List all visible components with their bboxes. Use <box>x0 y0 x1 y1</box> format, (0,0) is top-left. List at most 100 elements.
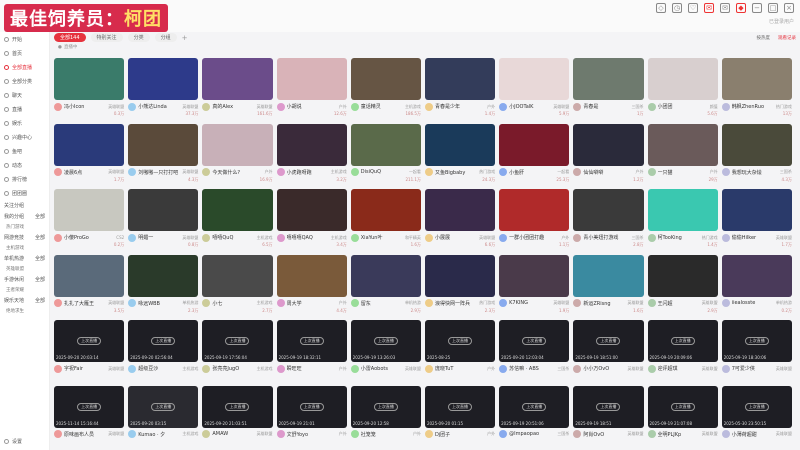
avatar[interactable] <box>276 299 285 308</box>
gift-icon[interactable]: ◆ <box>736 3 746 13</box>
avatar[interactable] <box>350 102 359 111</box>
avatar[interactable] <box>350 233 359 242</box>
streamer-name[interactable]: 字祝Fair <box>64 365 106 372</box>
tab-category[interactable]: 分类 <box>127 33 150 42</box>
avatar[interactable] <box>721 364 730 373</box>
avatar[interactable] <box>573 233 582 242</box>
stream-card[interactable]: 扎扎了大雁王 英雄联盟 3.5万 <box>54 254 125 318</box>
stream-thumbnail[interactable] <box>499 254 570 297</box>
stream-card[interactable]: 小虎跑呀跑 主机游戏 3.2万 <box>276 123 347 187</box>
category-label[interactable]: 英雄联盟 <box>182 104 198 110</box>
avatar[interactable] <box>424 364 433 373</box>
stream-thumbnail[interactable] <box>276 123 347 166</box>
category-label[interactable]: 户外 <box>710 169 718 175</box>
sidebar-group[interactable]: 单机热游 全部 <box>0 253 49 264</box>
mail-icon[interactable]: ✉ <box>720 3 730 13</box>
group-action[interactable]: 全部 <box>35 234 45 241</box>
avatar[interactable] <box>276 102 285 111</box>
stream-card[interactable]: 青春是少年 户外 1.4万 <box>424 58 496 121</box>
stream-thumbnail[interactable]: 上次直播 2025-09-19 20:51:06 <box>499 385 570 428</box>
category-label[interactable]: 英雄联盟 <box>108 300 124 306</box>
avatar[interactable] <box>276 233 285 242</box>
stream-card[interactable]: 一群小团团打趣 户外 1.1万 <box>499 189 570 252</box>
avatar[interactable] <box>721 102 730 111</box>
category-label[interactable]: 一起看 <box>557 169 569 175</box>
category-label[interactable]: 热门游戏 <box>479 300 495 306</box>
category-label[interactable]: 英雄联盟 <box>628 366 644 372</box>
stream-card[interactable]: 嘻嘻嘻QAQ 主机游戏 3.4万 <box>276 189 347 252</box>
stream-thumbnail[interactable]: 上次直播 2025-09-19 18:32:11 <box>276 320 347 363</box>
stream-card[interactable]: 上次直播 2025-09-19 18:51 阿肖OvO 英雄联盟 <box>573 385 644 449</box>
streamer-name[interactable]: 浪得快网一阵兵 <box>435 300 477 307</box>
stream-thumbnail[interactable] <box>647 123 718 166</box>
streamer-name[interactable]: 明媚一 <box>138 234 180 241</box>
stream-thumbnail[interactable] <box>424 123 496 166</box>
streamer-name[interactable]: 阿肖OvO <box>583 431 625 438</box>
category-label[interactable]: 英雄联盟 <box>628 300 644 306</box>
avatar[interactable] <box>424 233 433 242</box>
streamer-name[interactable]: 王闪超 <box>658 300 700 307</box>
streamer-name[interactable]: 凌晨6点 <box>64 169 106 176</box>
avatar[interactable] <box>128 299 137 308</box>
stream-thumbnail[interactable] <box>54 254 125 297</box>
stream-card[interactable]: 青小美妞打游戏 三国杀 2.8万 <box>573 189 644 252</box>
category-label[interactable]: 户外 <box>339 300 347 306</box>
sidebar-group[interactable]: 娱乐天地 全部 <box>0 295 49 306</box>
stream-thumbnail[interactable] <box>202 254 273 297</box>
streamer-name[interactable]: 嘻嘻QuQ <box>212 234 254 241</box>
sidebar-subitem[interactable]: 主机游戏 <box>0 243 49 253</box>
streamer-name[interactable]: 小薄荷超甜 <box>732 431 774 438</box>
stream-thumbnail[interactable]: 上次直播 2025-11-14 15:16:44 <box>54 385 125 428</box>
stream-thumbnail[interactable]: 上次直播 2025-05-30 23:50:15 <box>721 385 792 428</box>
stream-thumbnail[interactable]: 上次直播 2025-09-19 13:26:03 <box>350 320 421 363</box>
stream-card[interactable]: 上次直播 2025-09-20 12:03:04 苏信嘛 · ABS 三国杀 <box>499 320 570 383</box>
stream-card[interactable]: 上次直播 2025-09-20 12:58 社笼笼 户外 <box>350 385 421 449</box>
stream-thumbnail[interactable] <box>202 58 273 100</box>
streamer-name[interactable]: 新运ZRisng <box>583 300 625 307</box>
category-label[interactable]: 主机游戏 <box>331 235 347 241</box>
sidebar-item[interactable]: 动态 <box>0 158 49 172</box>
streamer-name[interactable]: 咏远WBB <box>138 300 180 307</box>
stream-card[interactable]: 新运ZRisng 英雄联盟 1.6万 <box>573 254 644 318</box>
streamer-name[interactable]: 嘻嘻嘻QAQ <box>287 234 329 241</box>
avatar[interactable] <box>350 430 359 439</box>
stream-thumbnail[interactable] <box>54 123 125 166</box>
sidebar-subitem[interactable]: 热门游戏 <box>0 222 49 232</box>
stream-thumbnail[interactable] <box>573 189 644 232</box>
sidebar-item[interactable]: 全部直播 <box>0 60 49 74</box>
sort-button[interactable]: 按热度 <box>757 35 771 41</box>
message-icon[interactable]: ✉ <box>704 3 714 13</box>
sidebar-subitem[interactable]: 英雄联盟 <box>0 264 49 274</box>
stream-card[interactable]: 明媚一 英雄联盟 0.8万 <box>128 189 199 252</box>
avatar[interactable] <box>573 430 582 439</box>
stream-thumbnail[interactable]: 上次直播 2025-09-20 20:03:14 <box>54 320 125 363</box>
avatar[interactable] <box>276 364 285 373</box>
category-label[interactable]: 英雄联盟 <box>702 366 718 372</box>
category-label[interactable]: 主机游戏 <box>405 104 421 110</box>
avatar[interactable] <box>202 430 211 439</box>
stream-card[interactable]: 又鱼Bigbaby 热门游戏 24.3万 <box>424 123 496 187</box>
group-action[interactable]: 全部 <box>35 276 45 283</box>
stream-card[interactable]: DisiQuQ 一起看 211.1万 <box>350 123 421 187</box>
avatar[interactable] <box>499 430 508 439</box>
stream-card[interactable]: 上次直播 2025-09-19 20:51:06 @Impaopao 三国杀 <box>499 385 570 449</box>
streamer-name[interactable]: 留东 <box>361 300 403 307</box>
category-label[interactable]: 户外 <box>265 169 273 175</box>
category-label[interactable]: 单机热游 <box>182 300 198 306</box>
streamer-name[interactable]: 一群小团团打趣 <box>509 234 559 241</box>
sidebar-item[interactable]: 直播 <box>0 102 49 116</box>
add-icon[interactable]: + <box>182 34 188 42</box>
category-label[interactable]: 英雄联盟 <box>108 169 124 175</box>
category-label[interactable]: 英雄联盟 <box>702 431 718 437</box>
stream-card[interactable]: 上次直播 2025-11-14 15:16:44 原味画布人员 英雄联盟 <box>54 385 125 449</box>
streamer-name[interactable]: 真的Alex <box>212 103 254 110</box>
streamer-name[interactable]: 小雷Aobots <box>361 365 403 372</box>
stream-thumbnail[interactable] <box>350 58 421 100</box>
stream-thumbnail[interactable] <box>721 58 792 100</box>
avatar[interactable] <box>128 102 137 111</box>
heart-icon[interactable]: ♡ <box>688 3 698 13</box>
streamer-name[interactable]: 小鱼肝 <box>509 169 555 176</box>
stream-thumbnail[interactable] <box>128 123 199 166</box>
avatar[interactable] <box>424 299 433 308</box>
avatar[interactable] <box>647 102 656 111</box>
